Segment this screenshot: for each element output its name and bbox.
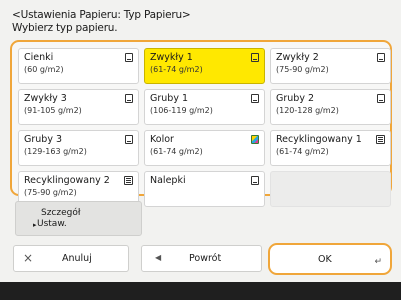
paper-icon — [377, 53, 385, 62]
page-title: <Ustawienia Papieru: Typ Papieru> — [12, 9, 191, 21]
paper-icon — [125, 53, 133, 62]
paper-type-weight: (61-74 g/m2) — [276, 147, 329, 156]
paper-type-zwykly-3[interactable]: Zwykły 3 (91-105 g/m2) — [18, 89, 139, 125]
paper-type-weight: (129-163 g/m2) — [24, 147, 87, 156]
header: <Ustawienia Papieru: Typ Papieru> Wybier… — [12, 9, 191, 35]
paper-type-recyklingowany-1[interactable]: Recyklingowany 1 (61-74 g/m2) — [270, 130, 391, 166]
detail-settings-label-1: Szczegół — [41, 208, 81, 218]
paper-type-cienki[interactable]: Cienki (60 g/m2) — [18, 48, 139, 84]
paper-icon — [251, 176, 259, 185]
paper-icon — [251, 94, 259, 103]
paper-type-name: Recyklingowany 2 — [24, 175, 110, 186]
paper-type-kolor[interactable]: Kolor (61-74 g/m2) — [144, 130, 265, 166]
ok-label: OK — [318, 254, 332, 265]
paper-type-gruby-2[interactable]: Gruby 2 (120-128 g/m2) — [270, 89, 391, 125]
back-button[interactable]: ◀ Powrót — [141, 245, 262, 272]
paper-icon — [377, 94, 385, 103]
ok-button[interactable]: OK ↵ — [268, 243, 392, 275]
paper-type-zwykly-1[interactable]: Zwykły 1 (61-74 g/m2) — [144, 48, 265, 84]
paper-type-grid: Cienki (60 g/m2) Zwykły 1 (61-74 g/m2) Z… — [18, 48, 391, 207]
paper-type-name: Gruby 2 — [276, 93, 315, 104]
detail-settings-label-2: Ustaw. — [37, 219, 67, 229]
paper-type-name: Kolor — [150, 134, 174, 145]
back-label: Powrót — [189, 253, 222, 264]
paper-type-name: Nalepki — [150, 175, 186, 186]
enter-icon: ↵ — [374, 257, 382, 267]
paper-type-weight: (75-90 g/m2) — [24, 188, 77, 197]
paper-type-weight: (61-74 g/m2) — [150, 65, 203, 74]
page-instruction: Wybierz typ papieru. — [12, 22, 118, 34]
paper-type-name: Cienki — [24, 52, 54, 63]
paper-type-name: Gruby 3 — [24, 134, 63, 145]
close-icon: × — [23, 251, 34, 265]
paper-icon — [125, 94, 133, 103]
status-bar — [0, 282, 401, 300]
back-arrow-icon: ◀ — [155, 253, 162, 262]
paper-type-weight: (61-74 g/m2) — [150, 147, 203, 156]
paper-type-weight: (106-119 g/m2) — [150, 106, 213, 115]
paper-type-weight: (91-105 g/m2) — [24, 106, 82, 115]
paper-type-weight: (120-128 g/m2) — [276, 106, 339, 115]
paper-type-name: Zwykły 2 — [276, 52, 319, 63]
paper-type-panel: Cienki (60 g/m2) Zwykły 1 (61-74 g/m2) Z… — [10, 40, 392, 207]
recycled-paper-icon — [376, 135, 385, 144]
paper-type-name: Gruby 1 — [150, 93, 189, 104]
color-paper-icon — [251, 135, 259, 144]
cancel-label: Anuluj — [62, 253, 92, 264]
paper-type-gruby-3[interactable]: Gruby 3 (129-163 g/m2) — [18, 130, 139, 166]
detail-settings-button[interactable]: Szczegół ▸ Ustaw. — [15, 201, 142, 236]
paper-icon — [251, 53, 259, 62]
paper-type-weight: (75-90 g/m2) — [276, 65, 329, 74]
chevron-right-icon: ▸ — [33, 221, 37, 229]
paper-type-nalepki[interactable]: Nalepki — [144, 171, 265, 207]
paper-type-zwykly-2[interactable]: Zwykły 2 (75-90 g/m2) — [270, 48, 391, 84]
paper-type-name: Recyklingowany 1 — [276, 134, 362, 145]
paper-type-gruby-1[interactable]: Gruby 1 (106-119 g/m2) — [144, 89, 265, 125]
cancel-button[interactable]: × Anuluj — [13, 245, 129, 272]
paper-type-name: Zwykły 1 — [150, 52, 193, 63]
paper-type-name: Zwykły 3 — [24, 93, 67, 104]
empty-slot — [270, 171, 391, 207]
recycled-paper-icon — [124, 176, 133, 185]
paper-type-weight: (60 g/m2) — [24, 65, 64, 74]
paper-icon — [125, 135, 133, 144]
